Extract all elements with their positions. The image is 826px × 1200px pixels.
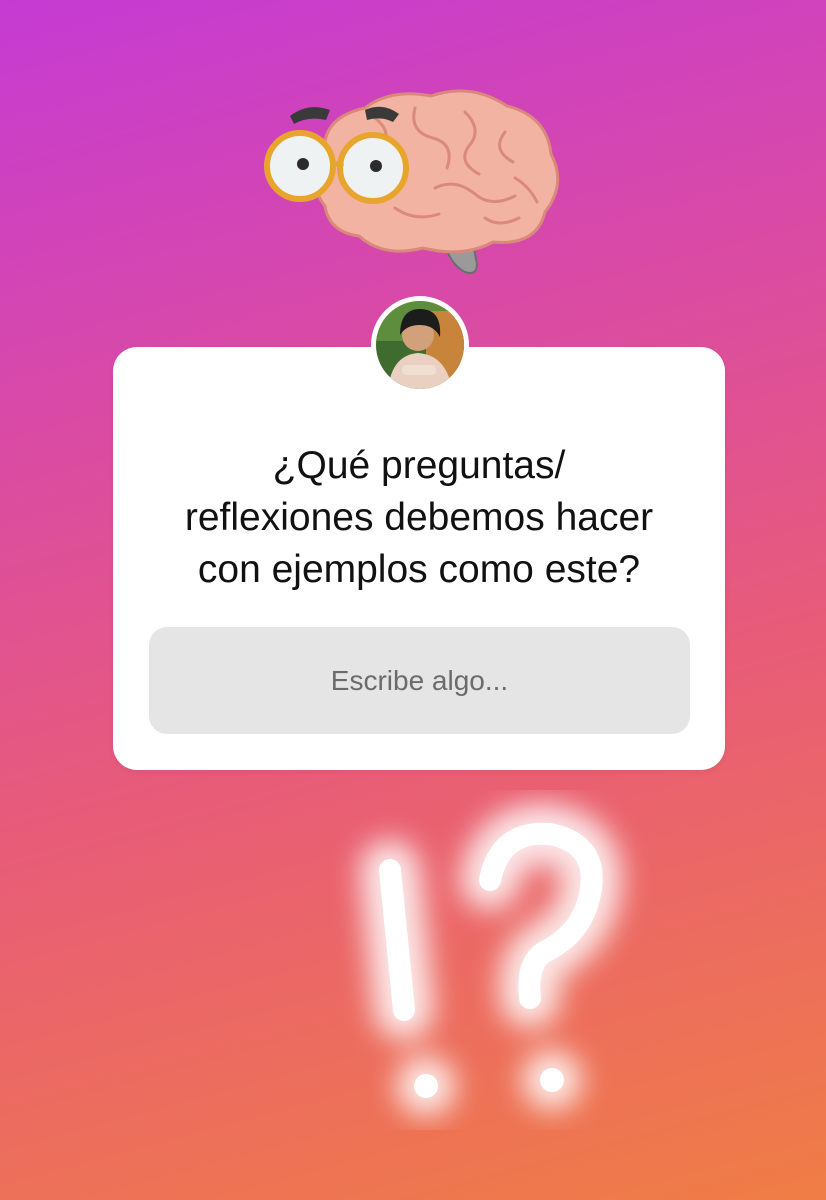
avatar[interactable] xyxy=(371,296,469,394)
question-text: ¿Qué preguntas/ reflexiones debemos hace… xyxy=(184,444,654,591)
brain-with-glasses-icon xyxy=(264,89,560,274)
question-card: ¿Qué preguntas/ reflexiones debemos hace… xyxy=(113,347,725,770)
profile-photo-icon xyxy=(376,301,464,389)
exclamation-question-icon xyxy=(360,803,622,1116)
answer-input[interactable]: Escribe algo... xyxy=(149,627,690,734)
